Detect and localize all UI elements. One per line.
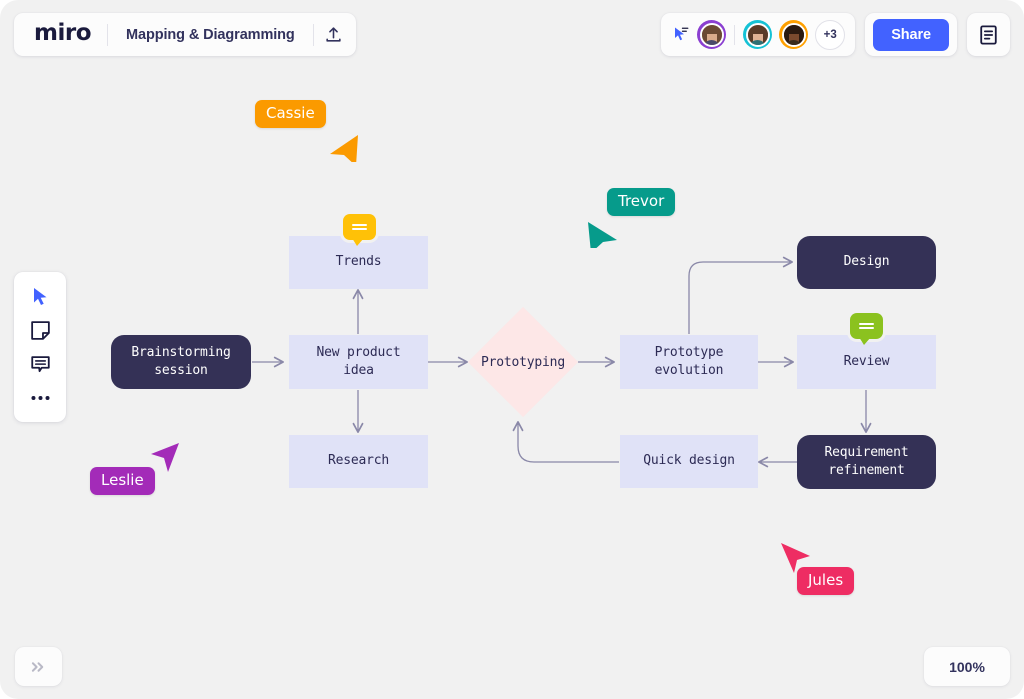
zoom-level-control[interactable]: 100% <box>924 647 1010 686</box>
select-tool[interactable] <box>20 280 60 312</box>
node-label: Review <box>844 353 890 371</box>
avatar-3-ring[interactable] <box>779 20 808 49</box>
more-tools-button[interactable] <box>20 382 60 414</box>
share-button[interactable]: Share <box>873 19 949 51</box>
node-design[interactable]: Design <box>797 236 936 289</box>
avatar-body <box>751 40 765 46</box>
node-label: Design <box>844 253 890 271</box>
comment-line <box>352 224 367 227</box>
cursor-pointer-icon <box>584 208 624 248</box>
ellipsis-icon <box>31 395 50 401</box>
miro-board-app: Brainstorming session Trends New product… <box>0 0 1024 699</box>
node-quick-design[interactable]: Quick design <box>620 435 758 488</box>
avatar-body <box>705 40 719 46</box>
comment-badge-trends[interactable] <box>343 214 376 240</box>
node-prototype-evolution[interactable]: Prototype evolution <box>620 335 758 389</box>
cursor-label: Leslie <box>90 467 155 495</box>
board-header-right: +3 Share <box>661 13 1010 56</box>
node-label: New product idea <box>317 344 401 381</box>
node-research[interactable]: Research <box>289 435 428 488</box>
comment-line <box>859 327 874 330</box>
comment-tool[interactable] <box>20 348 60 380</box>
node-requirement-refinement[interactable]: Requirement refinement <box>797 435 936 489</box>
node-label: Requirement refinement <box>825 444 909 481</box>
cursor-label: Cassie <box>255 100 326 128</box>
upload-icon <box>324 25 343 44</box>
upload-button[interactable] <box>314 15 354 55</box>
sticky-note-icon <box>31 321 50 340</box>
cursor-pointer-icon <box>776 540 816 580</box>
cursor-pointer-icon <box>148 438 188 478</box>
avatar <box>746 23 770 47</box>
node-label: Prototyping <box>460 323 586 401</box>
cursor-icon <box>32 287 49 306</box>
node-label: Brainstorming session <box>131 344 230 381</box>
overflow-avatars-badge[interactable]: +3 <box>815 20 845 50</box>
board-header-left: miro Mapping & Diagramming <box>14 13 356 56</box>
double-chevron-right-icon <box>31 661 46 673</box>
node-new-product-idea[interactable]: New product idea <box>289 335 428 389</box>
avatar-2-ring[interactable] <box>743 20 772 49</box>
comment-line <box>859 323 874 326</box>
avatar <box>782 23 806 47</box>
share-pod: Share <box>865 13 957 56</box>
node-label: Research <box>328 452 389 470</box>
expand-panel-button[interactable] <box>15 647 62 686</box>
collaborators-pod: +3 <box>661 13 855 56</box>
node-prototyping[interactable]: Prototyping <box>484 323 562 401</box>
divider <box>734 25 735 45</box>
comment-line <box>352 228 367 231</box>
board-title[interactable]: Mapping & Diagramming <box>108 27 313 43</box>
node-label: Trends <box>336 253 382 271</box>
comment-icon <box>31 355 50 374</box>
node-brainstorming-session[interactable]: Brainstorming session <box>111 335 251 389</box>
miro-logo[interactable]: miro <box>16 22 107 45</box>
left-toolbar <box>14 272 66 422</box>
follow-cursor-icon[interactable] <box>672 26 690 44</box>
avatar <box>700 23 724 47</box>
comment-badge-review[interactable] <box>850 313 883 339</box>
sticky-note-tool[interactable] <box>20 314 60 346</box>
board-canvas[interactable]: Brainstorming session Trends New product… <box>0 0 1024 699</box>
avatar-body <box>787 40 801 46</box>
notes-pod[interactable] <box>967 13 1010 56</box>
avatar-1-ring[interactable] <box>697 20 726 49</box>
cursor-pointer-icon <box>325 122 365 162</box>
notes-panel-icon <box>979 25 998 45</box>
node-label: Quick design <box>643 452 735 470</box>
node-label: Prototype evolution <box>655 344 724 381</box>
